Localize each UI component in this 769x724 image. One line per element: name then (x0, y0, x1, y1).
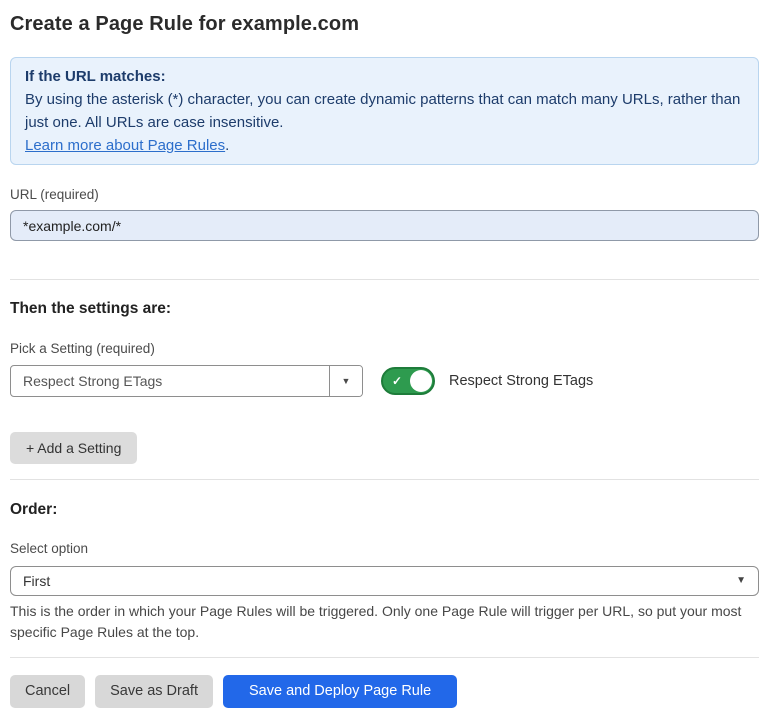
info-box-link-line: Learn more about Page Rules. (25, 134, 744, 157)
order-select-label: Select option (10, 541, 759, 557)
page-rule-form: Create a Page Rule for example.com If th… (0, 12, 769, 724)
save-and-deploy-button[interactable]: Save and Deploy Page Rule (223, 675, 457, 708)
order-select[interactable]: First ▼ (10, 566, 759, 596)
section-divider (10, 479, 759, 480)
learn-more-link[interactable]: Learn more about Page Rules (25, 137, 225, 154)
section-divider (10, 279, 759, 280)
check-icon: ✓ (392, 375, 402, 387)
info-box-body: By using the asterisk (*) character, you… (25, 88, 744, 134)
info-box-heading: If the URL matches: (25, 65, 744, 88)
footer-actions: Cancel Save as Draft Save and Deploy Pag… (10, 675, 759, 708)
save-as-draft-button[interactable]: Save as Draft (95, 675, 213, 708)
toggle-knob (410, 370, 432, 392)
page-title: Create a Page Rule for example.com (10, 12, 759, 36)
url-input[interactable] (10, 210, 759, 241)
link-suffix: . (225, 137, 229, 154)
order-select-value: First (23, 573, 50, 589)
order-section-heading: Order: (10, 500, 759, 519)
setting-row: Respect Strong ETags ▼ ✓ Respect Strong … (10, 365, 759, 397)
settings-section-heading: Then the settings are: (10, 299, 759, 318)
add-setting-button[interactable]: + Add a Setting (10, 432, 137, 464)
chevron-down-icon: ▼ (736, 576, 746, 586)
setting-select-arrow-button[interactable]: ▼ (329, 366, 362, 396)
setting-select[interactable]: Respect Strong ETags ▼ (10, 365, 363, 397)
order-help-text: This is the order in which your Page Rul… (10, 601, 759, 643)
url-field-label: URL (required) (10, 187, 759, 203)
setting-select-value: Respect Strong ETags (11, 366, 329, 396)
setting-toggle-label: Respect Strong ETags (449, 373, 593, 389)
url-match-info-box: If the URL matches: By using the asteris… (10, 57, 759, 165)
chevron-down-icon: ▼ (342, 377, 351, 386)
setting-toggle[interactable]: ✓ (381, 367, 435, 395)
pick-setting-label: Pick a Setting (required) (10, 341, 759, 357)
section-divider (10, 657, 759, 658)
cancel-button[interactable]: Cancel (10, 675, 85, 708)
